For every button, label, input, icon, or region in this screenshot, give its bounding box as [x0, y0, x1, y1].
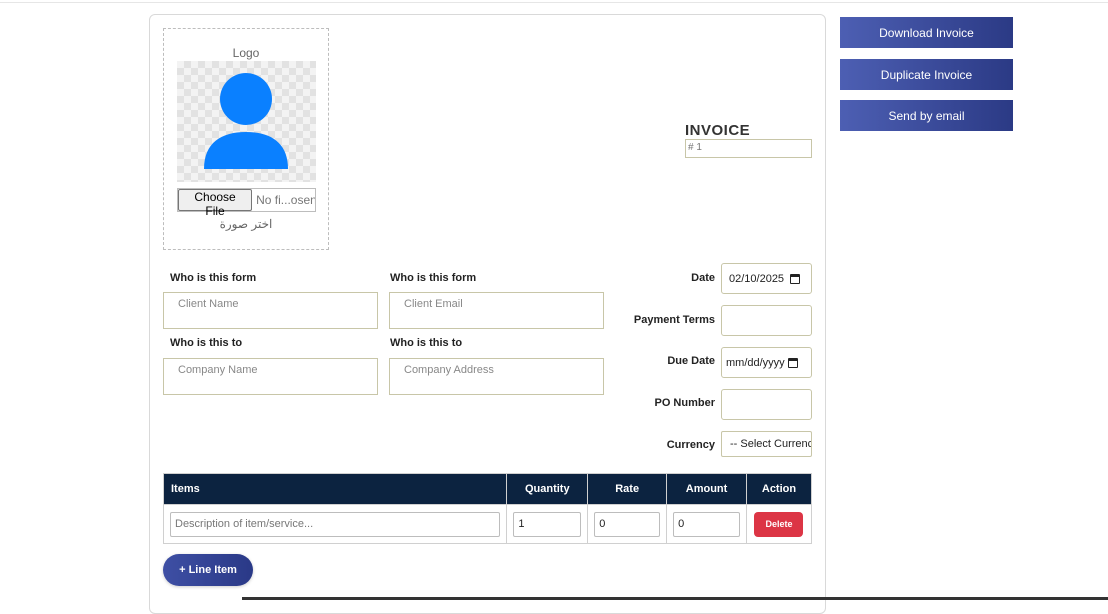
invoice-title: INVOICE	[685, 122, 751, 139]
from-label-2: Who is this form	[390, 272, 477, 284]
header-quantity: Quantity	[506, 473, 589, 505]
company-name-field[interactable]: Company Name	[163, 358, 378, 395]
calendar-icon[interactable]	[787, 357, 798, 368]
add-line-item-button[interactable]: + Line Item	[163, 554, 253, 586]
table-row: Description of item/service... 1 0 0 Del…	[162, 504, 813, 544]
item-description-input[interactable]: Description of item/service...	[170, 511, 501, 537]
calendar-icon[interactable]	[790, 273, 801, 284]
due-date-input[interactable]: mm/dd/yyyy	[721, 347, 812, 378]
top-divider	[0, 2, 1108, 3]
to-label: Who is this to	[170, 337, 243, 349]
invoice-number-input[interactable]: # 1	[685, 139, 812, 158]
header-items: Items	[162, 473, 508, 505]
currency-label: Currency	[666, 439, 715, 451]
payment-terms-input[interactable]	[721, 305, 812, 336]
logo-label: Logo	[232, 46, 260, 60]
header-rate: Rate	[587, 473, 668, 505]
file-status: No fi...osen	[256, 193, 315, 207]
client-email-field[interactable]: Client Email	[389, 292, 604, 329]
due-date-value: mm/dd/yyyy	[726, 356, 785, 369]
rate-input[interactable]: 0	[594, 511, 661, 537]
date-label: Date	[691, 272, 715, 284]
header-action: Action	[745, 473, 813, 505]
user-icon	[204, 73, 288, 169]
date-value: 02/10/2025	[729, 272, 785, 285]
po-number-label: PO Number	[654, 397, 715, 409]
po-number-input[interactable]	[721, 389, 812, 420]
logo-upload-area[interactable]: Logo Choose File No fi...osen اختر صورة	[163, 28, 329, 250]
items-table: Items Quantity Rate Amount Action Descri…	[162, 473, 813, 544]
amount-input[interactable]: 0	[673, 511, 740, 537]
from-label: Who is this form	[170, 272, 257, 284]
table-header-row: Items Quantity Rate Amount Action	[162, 473, 813, 505]
delete-button[interactable]: Delete	[754, 511, 804, 537]
quantity-input[interactable]: 1	[513, 511, 582, 537]
payment-terms-label: Payment Terms	[633, 314, 715, 326]
logo-caption: اختر صورة	[219, 217, 273, 231]
send-email-button[interactable]: Send by email	[840, 100, 1013, 131]
company-address-field[interactable]: Company Address	[389, 358, 604, 395]
file-input[interactable]: Choose File No fi...osen	[177, 188, 316, 218]
choose-file-button[interactable]: Choose File	[178, 189, 253, 218]
duplicate-invoice-button[interactable]: Duplicate Invoice	[840, 59, 1013, 90]
header-amount: Amount	[666, 473, 747, 505]
date-input[interactable]: 02/10/2025	[721, 263, 812, 294]
due-date-label: Due Date	[667, 355, 715, 367]
to-label-2: Who is this to	[390, 337, 463, 349]
download-invoice-button[interactable]: Download Invoice	[840, 17, 1013, 48]
client-name-field[interactable]: Client Name	[163, 292, 378, 329]
currency-select[interactable]: -- Select Currency --	[721, 431, 812, 457]
avatar-placeholder	[177, 61, 316, 182]
